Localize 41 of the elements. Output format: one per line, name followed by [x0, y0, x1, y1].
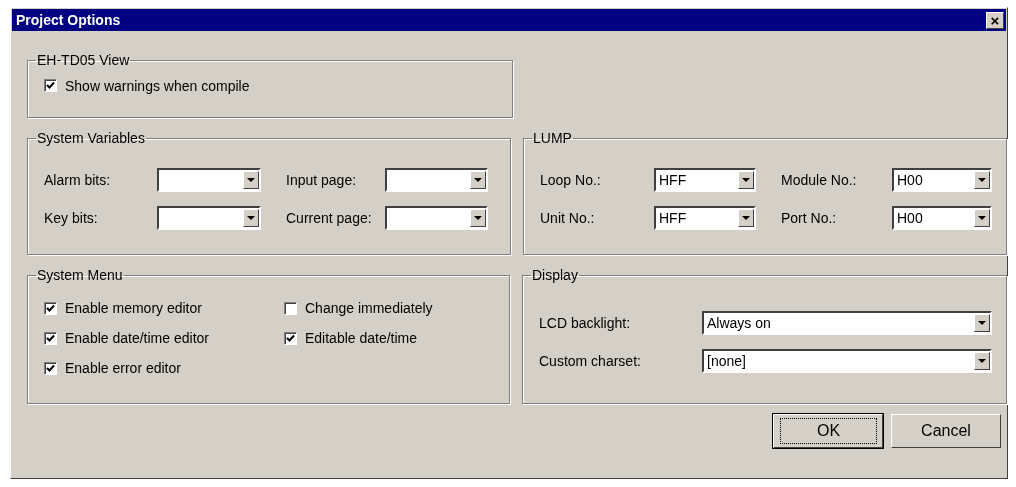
group-title: EH-TD05 View	[36, 52, 131, 68]
combo-box[interactable]: Always on	[702, 311, 992, 335]
checkbox[interactable]	[44, 301, 57, 315]
group-title: System Variables	[36, 130, 146, 146]
combo-box[interactable]	[157, 206, 261, 230]
checkbox-label: Show warnings when compile	[65, 77, 250, 94]
checkbox[interactable]	[44, 361, 57, 375]
field-label: Custom charset:	[539, 353, 642, 369]
field-label: Input page:	[285, 172, 358, 188]
field-label: Key bits:	[44, 210, 99, 226]
checkbox[interactable]	[284, 331, 297, 345]
group-title: System Menu	[36, 267, 124, 283]
checkbox[interactable]	[44, 79, 57, 92]
dialog-button[interactable]: Cancel	[891, 414, 1001, 448]
field-label: Current page:	[285, 210, 373, 226]
combo-box[interactable]: [none]	[702, 349, 992, 373]
combo-box[interactable]: H00	[892, 206, 992, 230]
combo-box[interactable]: HFF	[654, 206, 756, 230]
combo-box[interactable]: HFF	[654, 168, 756, 192]
combo-box[interactable]	[157, 168, 261, 192]
field-label: Alarm bits:	[44, 172, 112, 188]
checkbox-label: Change immediately	[305, 300, 433, 316]
dialog-button[interactable]: OK	[773, 414, 883, 448]
field-label: LCD backlight:	[539, 315, 632, 331]
combo-box[interactable]: H00	[892, 168, 992, 192]
field-label: Module No.:	[780, 172, 858, 188]
checkbox[interactable]	[284, 301, 297, 315]
window-title: Project Options	[16, 12, 121, 28]
field-label: Unit No.:	[540, 210, 596, 226]
field-label: Port No.:	[780, 210, 838, 226]
combo-box[interactable]	[385, 206, 488, 230]
checkbox-label: Enable date/time editor	[65, 330, 209, 346]
checkbox-label: Enable error editor	[65, 360, 181, 376]
group-title: LUMP	[532, 130, 573, 146]
combo-box[interactable]	[385, 168, 488, 192]
checkbox[interactable]	[44, 331, 57, 345]
checkbox-label: Enable memory editor	[65, 300, 202, 316]
checkbox-label: Editable date/time	[305, 330, 418, 346]
field-label: Loop No.:	[540, 172, 602, 188]
close-button[interactable]: ×	[986, 11, 1004, 29]
group-title: Display	[531, 267, 579, 283]
